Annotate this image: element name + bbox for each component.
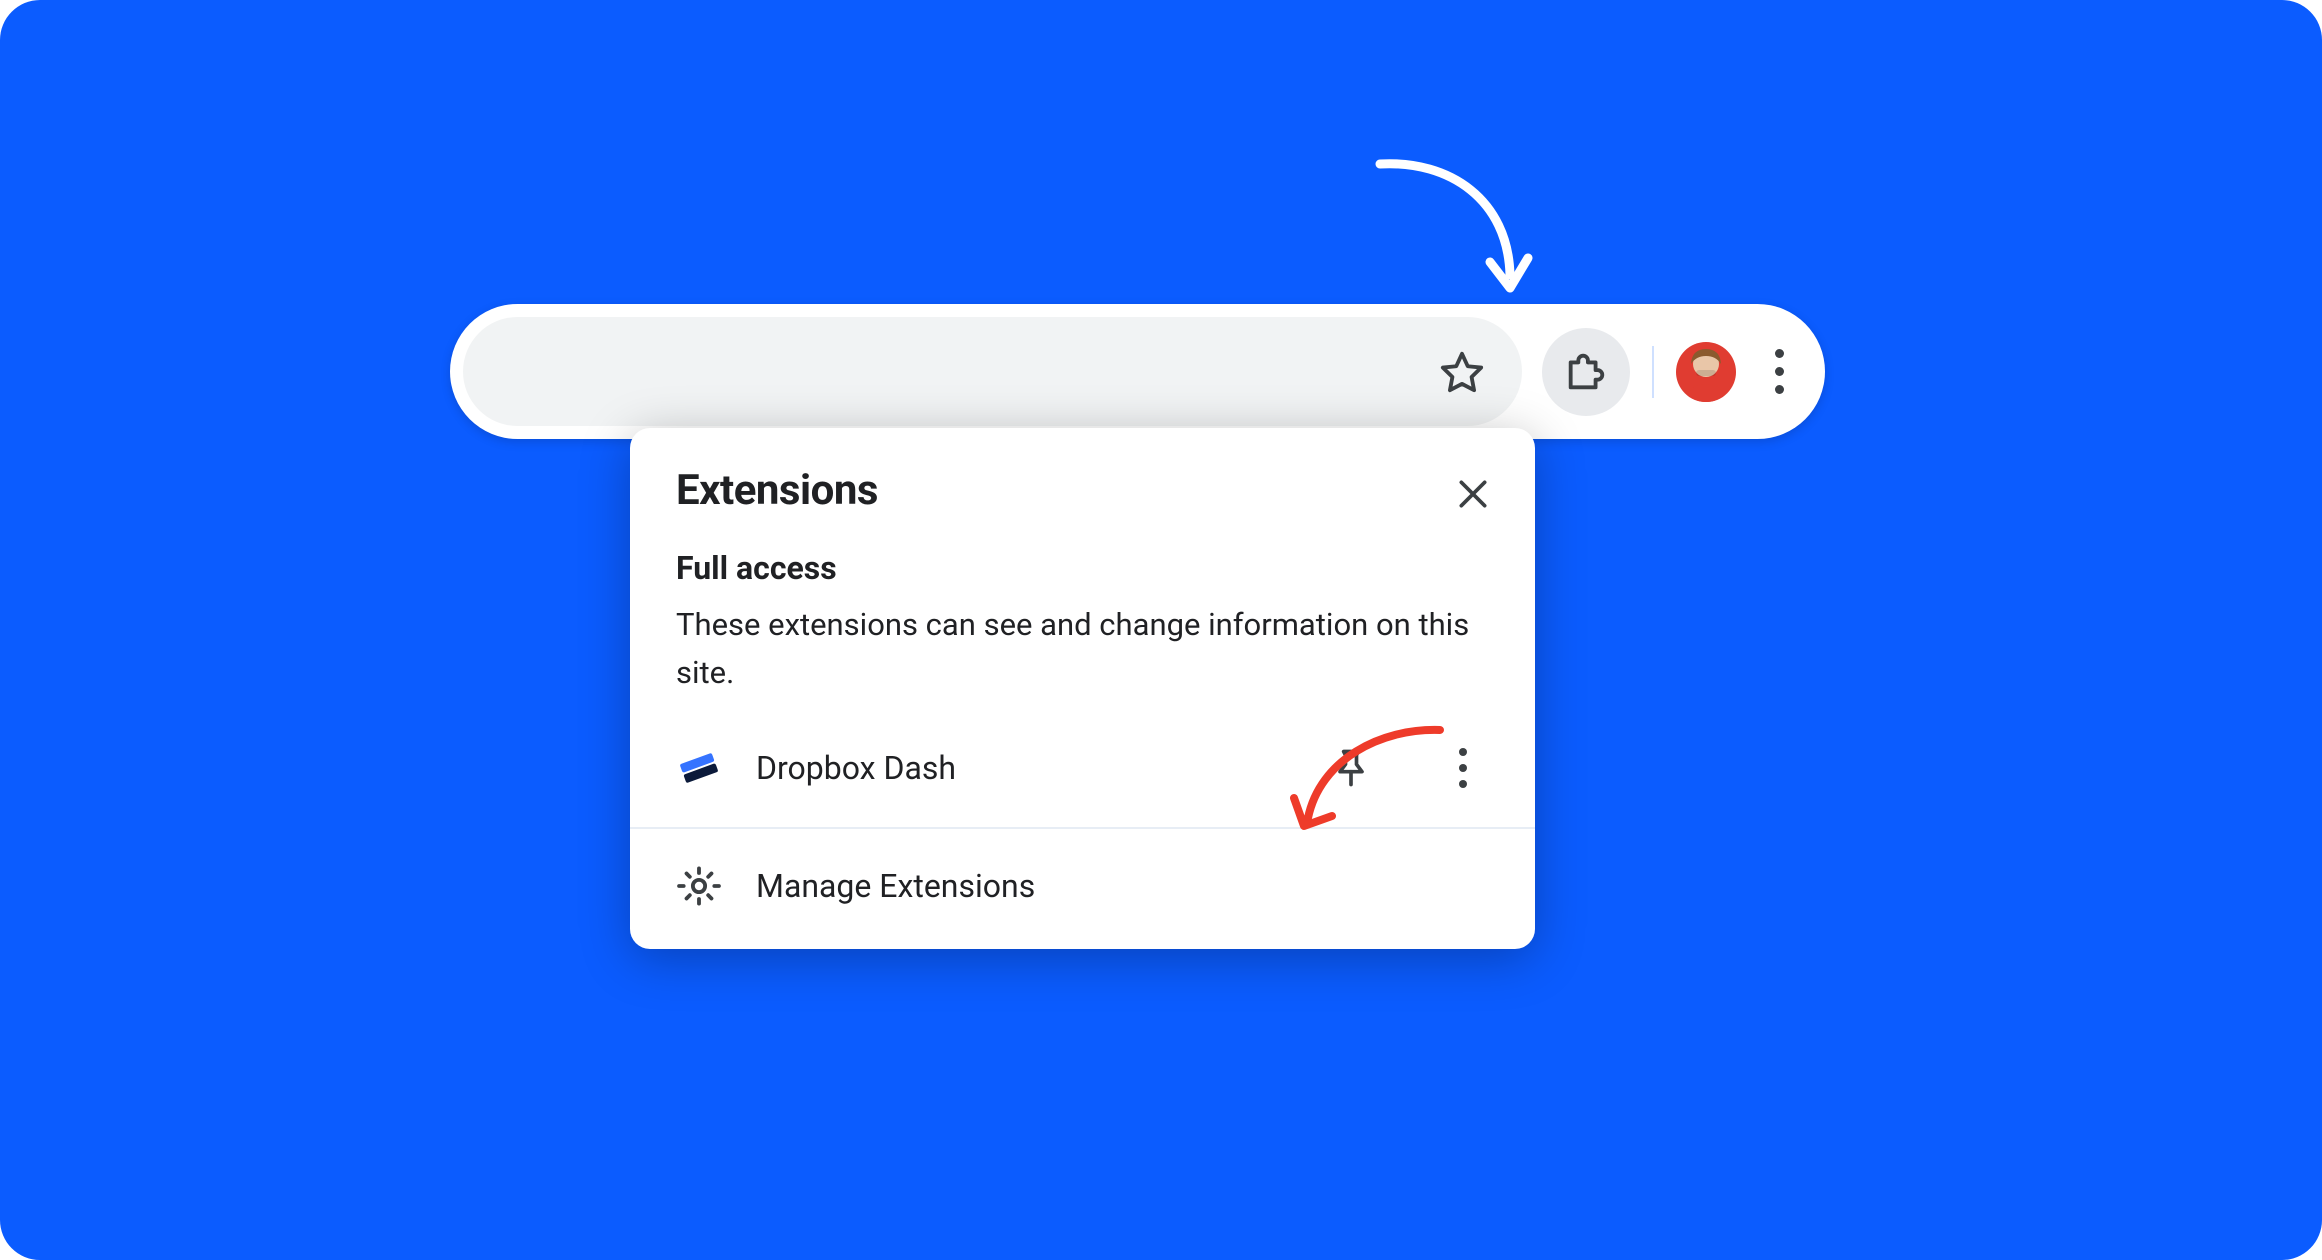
extensions-popover: Extensions Full access These extensions …: [630, 428, 1535, 949]
extension-more-button[interactable]: [1445, 748, 1481, 788]
browser-toolbar: [450, 304, 1825, 439]
close-button[interactable]: [1453, 474, 1493, 514]
toolbar-actions: [1542, 328, 1812, 416]
more-vertical-icon: [1459, 748, 1467, 756]
popover-header: Extensions: [630, 428, 1535, 515]
address-bar[interactable]: [463, 317, 1522, 426]
profile-avatar-icon: [1676, 342, 1736, 402]
popover-title: Extensions: [676, 466, 878, 515]
bookmark-star-button[interactable]: [1426, 336, 1498, 408]
full-access-section: Full access These extensions can see and…: [630, 515, 1535, 723]
annotation-arrow-white: [1370, 150, 1540, 300]
section-heading: Full access: [676, 549, 1489, 587]
toolbar-separator: [1652, 346, 1654, 398]
extension-name: Dropbox Dash: [750, 749, 1301, 787]
gear-icon: [676, 863, 722, 909]
manage-extensions-label: Manage Extensions: [750, 867, 1035, 905]
extensions-button[interactable]: [1542, 328, 1630, 416]
browser-menu-button[interactable]: [1752, 335, 1806, 408]
pin-button[interactable]: [1329, 746, 1373, 790]
more-vertical-icon: [1775, 349, 1784, 358]
star-icon: [1439, 349, 1485, 395]
section-description: These extensions can see and change info…: [676, 601, 1489, 697]
dropbox-dash-icon: [676, 745, 722, 791]
pin-icon: [1340, 752, 1362, 772]
profile-avatar-button[interactable]: [1676, 342, 1736, 402]
extensions-puzzle-icon: [1563, 349, 1609, 395]
manage-extensions-row[interactable]: Manage Extensions: [630, 829, 1535, 949]
extension-row[interactable]: Dropbox Dash: [630, 723, 1535, 827]
extension-icon: [676, 745, 722, 791]
